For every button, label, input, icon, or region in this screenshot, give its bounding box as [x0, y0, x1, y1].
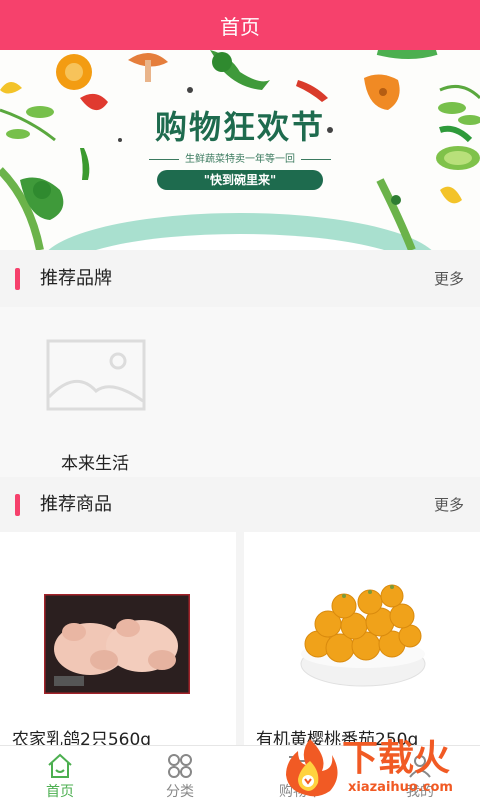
section-title: 推荐品牌: [40, 268, 112, 289]
tab-category[interactable]: 分类: [120, 746, 240, 800]
section-title: 推荐商品: [40, 494, 112, 515]
home-icon: [48, 753, 72, 778]
tab-label: 分类: [166, 784, 194, 800]
watermark-url: xiazaihuo.com: [348, 780, 453, 795]
top-bar: 首页: [0, 0, 480, 50]
goods-list: 农家乳鸽2只560g 有机黄樱桃番茄250g: [0, 532, 480, 752]
promo-banner[interactable]: 购物狂欢节 生鲜蔬菜特卖一年等一回 "快到碗里来": [0, 50, 480, 250]
recommended-brands-header: 推荐品牌 更多: [0, 251, 480, 307]
flame-icon: [286, 739, 338, 797]
recommended-goods-header: 推荐商品 更多: [0, 477, 480, 533]
section-accent-bar: [15, 268, 20, 290]
brands-more-link[interactable]: 更多: [434, 269, 464, 289]
tab-home[interactable]: 首页: [0, 746, 120, 800]
product-card[interactable]: 农家乳鸽2只560g: [0, 532, 236, 752]
section-accent-bar: [15, 494, 20, 516]
category-icon: [168, 754, 192, 778]
watermark-logo: 下载火 xiazaihuo.com: [278, 735, 480, 800]
tab-label: 首页: [46, 784, 74, 800]
banner-subtitle: 生鲜蔬菜特卖一年等一回: [0, 150, 480, 165]
goods-more-link[interactable]: 更多: [434, 495, 464, 515]
watermark-text: 下载火: [342, 738, 451, 779]
brand-card[interactable]: 本来生活: [20, 307, 170, 477]
image-placeholder-icon: [46, 339, 146, 411]
product-image-pigeon: [44, 594, 190, 694]
brand-name: 本来生活: [61, 454, 129, 474]
brand-list: 本来生活: [0, 307, 480, 477]
banner-tag: "快到碗里来": [157, 170, 323, 190]
product-image-tomatoes: [300, 584, 426, 687]
page-title: 首页: [220, 14, 260, 39]
banner-title: 购物狂欢节: [154, 108, 325, 146]
product-card[interactable]: 有机黄樱桃番茄250g: [244, 532, 480, 752]
